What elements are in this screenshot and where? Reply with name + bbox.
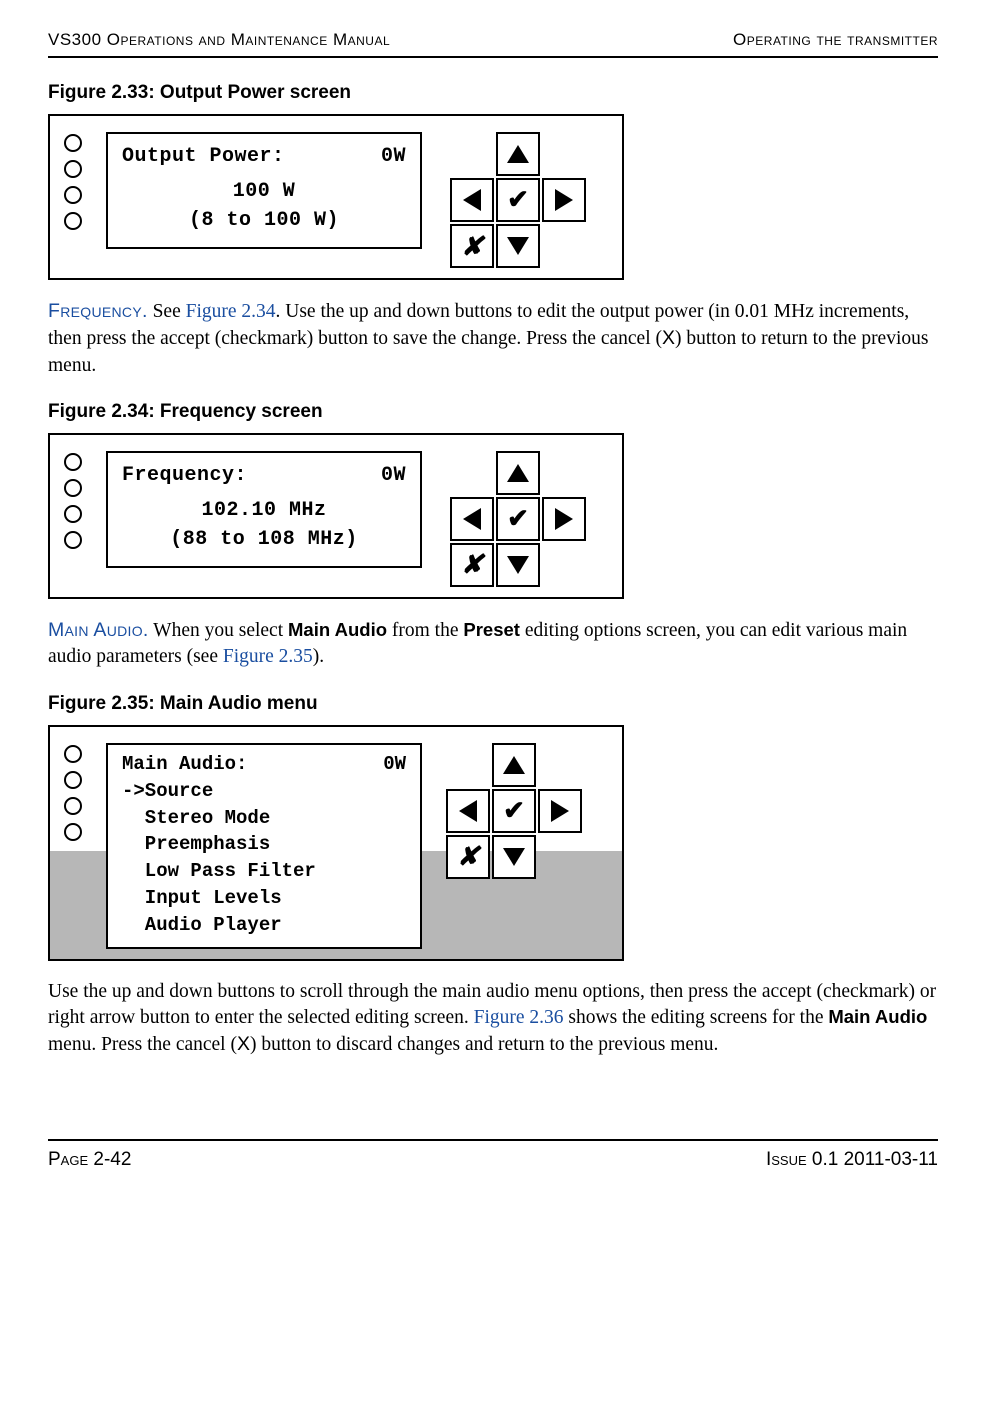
paragraph-main-audio: Main Audio. When you select Main Audio f… (48, 617, 938, 671)
up-button[interactable] (492, 743, 536, 787)
led-indicator (64, 479, 82, 497)
x-char: X (662, 327, 675, 349)
left-button[interactable] (446, 789, 490, 833)
led-indicator (64, 212, 82, 230)
text: ) button to discard changes and return t… (250, 1034, 718, 1055)
menu-item[interactable]: Audio Player (122, 912, 406, 939)
lcd-menu-title: Main Audio: (122, 751, 247, 778)
up-button[interactable] (496, 132, 540, 176)
led-indicator (64, 771, 82, 789)
page-footer: Page 2-42 Issue 0.1 2011-03-11 (48, 1139, 938, 1171)
paragraph-after-235: Use the up and down buttons to scroll th… (48, 979, 938, 1059)
led-indicator (64, 160, 82, 178)
led-indicator (64, 823, 82, 841)
menu-item[interactable]: Low Pass Filter (122, 858, 406, 885)
lcd-power-reading: 0W (381, 461, 406, 490)
figure-233-panel: Output Power: 0W 100 W (8 to 100 W) ✔ ✘ (48, 114, 624, 280)
text: ). (313, 646, 324, 667)
ui-term: Main Audio (288, 619, 387, 640)
text: When you select (149, 620, 288, 641)
footer-page: Page 2-42 (48, 1149, 131, 1171)
checkmark-icon: ✔ (503, 796, 525, 826)
lcd-power-reading: 0W (383, 751, 406, 778)
menu-item[interactable]: ->Source (122, 778, 406, 805)
text: shows the editing screens for the (564, 1007, 829, 1028)
checkmark-icon: ✔ (507, 504, 529, 534)
led-indicator (64, 134, 82, 152)
header-right: Operating the transmitter (733, 30, 938, 50)
accept-button[interactable]: ✔ (492, 789, 536, 833)
lcd-screen-output-power: Output Power: 0W 100 W (8 to 100 W) (106, 132, 422, 249)
nav-pad: ✔ ✘ (436, 451, 596, 581)
cancel-button[interactable]: ✘ (446, 835, 490, 879)
cancel-button[interactable]: ✘ (450, 543, 494, 587)
text: from the (387, 620, 463, 641)
led-indicator (64, 186, 82, 204)
text: menu. Press the cancel ( (48, 1034, 237, 1055)
lcd-label: Frequency: (122, 461, 247, 490)
link-figure-236[interactable]: Figure 2.36 (474, 1007, 564, 1028)
paragraph-frequency: Frequency. See Figure 2.34. Use the up a… (48, 298, 938, 379)
led-indicator (64, 531, 82, 549)
lead-main-audio: Main Audio. (48, 619, 149, 641)
footer-issue: Issue 0.1 2011-03-11 (766, 1149, 938, 1171)
led-column (50, 435, 106, 561)
down-button[interactable] (496, 224, 540, 268)
led-indicator (64, 453, 82, 471)
x-icon: ✘ (457, 841, 479, 872)
link-figure-235[interactable]: Figure 2.35 (223, 646, 313, 667)
accept-button[interactable]: ✔ (496, 178, 540, 222)
header-left: VS300 Operations and Maintenance Manual (48, 30, 390, 50)
right-button[interactable] (542, 497, 586, 541)
lcd-power-reading: 0W (381, 142, 406, 171)
page-header: VS300 Operations and Maintenance Manual … (48, 30, 938, 58)
right-button[interactable] (542, 178, 586, 222)
figure-235-panel: Main Audio: 0W ->Source Stereo Mode Pree… (48, 725, 624, 961)
ui-term: Preset (463, 619, 520, 640)
led-indicator (64, 797, 82, 815)
link-figure-234[interactable]: Figure 2.34 (186, 301, 276, 322)
figure-234-panel: Frequency: 0W 102.10 MHz (88 to 108 MHz)… (48, 433, 624, 599)
led-indicator (64, 505, 82, 523)
lcd-range: (8 to 100 W) (122, 206, 406, 235)
figure-234-title: Figure 2.34: Frequency screen (48, 401, 938, 423)
x-icon: ✘ (461, 231, 483, 262)
down-button[interactable] (496, 543, 540, 587)
figure-233-title: Figure 2.33: Output Power screen (48, 82, 938, 104)
nav-pad: ✔ ✘ (436, 132, 596, 262)
lcd-screen-frequency: Frequency: 0W 102.10 MHz (88 to 108 MHz) (106, 451, 422, 568)
left-button[interactable] (450, 497, 494, 541)
down-button[interactable] (492, 835, 536, 879)
lcd-label: Output Power: (122, 142, 285, 171)
led-column (50, 116, 106, 242)
x-icon: ✘ (461, 549, 483, 580)
left-button[interactable] (450, 178, 494, 222)
nav-pad: ✔ ✘ (432, 743, 602, 875)
checkmark-icon: ✔ (507, 185, 529, 215)
ui-term: Main Audio (828, 1006, 927, 1027)
lcd-value: 102.10 MHz (122, 496, 406, 525)
lead-frequency: Frequency. (48, 300, 148, 322)
x-char: X (237, 1033, 250, 1055)
lcd-range: (88 to 108 MHz) (122, 525, 406, 554)
cancel-button[interactable]: ✘ (450, 224, 494, 268)
lcd-value: 100 W (122, 177, 406, 206)
up-button[interactable] (496, 451, 540, 495)
led-column (50, 727, 106, 959)
right-button[interactable] (538, 789, 582, 833)
menu-item[interactable]: Preemphasis (122, 831, 406, 858)
menu-item[interactable]: Stereo Mode (122, 805, 406, 832)
menu-item[interactable]: Input Levels (122, 885, 406, 912)
figure-235-title: Figure 2.35: Main Audio menu (48, 693, 938, 715)
lcd-screen-main-audio-menu: Main Audio: 0W ->Source Stereo Mode Pree… (106, 743, 422, 950)
text: See (148, 301, 186, 322)
accept-button[interactable]: ✔ (496, 497, 540, 541)
led-indicator (64, 745, 82, 763)
